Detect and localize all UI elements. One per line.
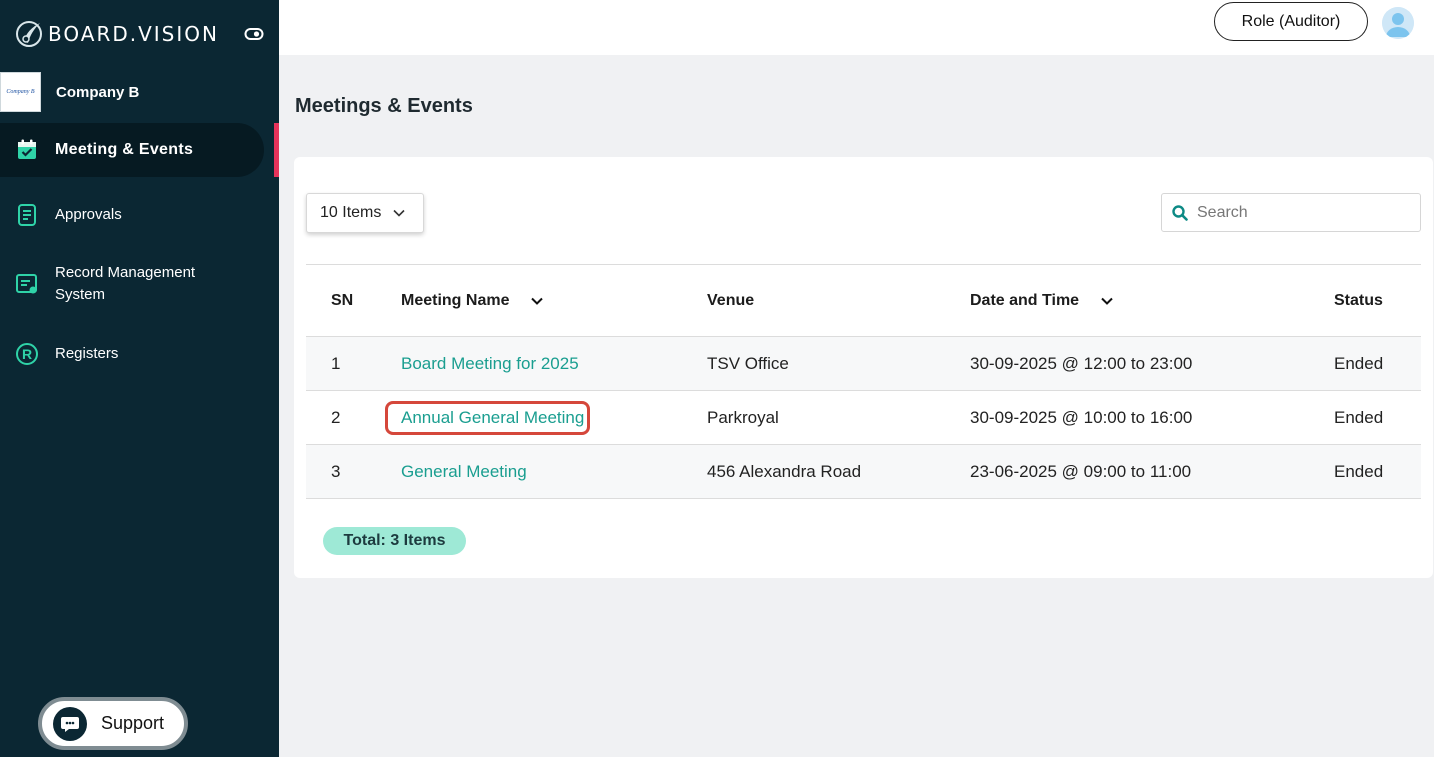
- sidebar-item-label: Registers: [55, 345, 119, 362]
- meeting-name-link-wrapper: Annual General Meeting: [385, 391, 591, 444]
- column-header-label: Date and Time: [970, 291, 1080, 309]
- company-name: Company B: [56, 83, 140, 101]
- meeting-name-link[interactable]: General Meeting: [401, 445, 527, 498]
- user-avatar-icon: [1382, 7, 1414, 39]
- document-list-icon: [14, 202, 40, 228]
- cell-sn: 1: [331, 353, 341, 373]
- table-row: 1 Board Meeting for 2025 TSV Office 30-0…: [306, 337, 1421, 391]
- items-per-page-value: 10 Items: [320, 204, 382, 221]
- column-header-label: Venue: [707, 291, 755, 309]
- sort-chevron-down-icon[interactable]: [1101, 297, 1113, 305]
- chevron-down-icon: [393, 209, 405, 217]
- sidebar-item-registers[interactable]: R Registers: [0, 340, 264, 368]
- items-per-page-select[interactable]: 10 Items: [306, 193, 424, 233]
- column-header-label: SN: [331, 291, 354, 309]
- cell-date-time: 23-06-2025 @ 09:00 to 11:00: [970, 461, 1192, 481]
- cell-venue: TSV Office: [707, 353, 789, 373]
- page-title: Meetings & Events: [295, 95, 473, 117]
- sidebar-toggle-icon[interactable]: [244, 26, 264, 42]
- table-row: 3 General Meeting 456 Alexandra Road 23-…: [306, 445, 1421, 499]
- company-selector[interactable]: Company B Company B: [0, 72, 139, 112]
- sidebar: BOARD.VISION Company B Company B Meeting…: [0, 0, 279, 757]
- board-vision-logo-icon: [16, 21, 42, 47]
- calendar-check-icon: [14, 137, 40, 163]
- column-header-label: Status: [1334, 291, 1383, 309]
- sidebar-item-record-management[interactable]: Record Management System: [0, 261, 264, 307]
- meeting-name-link[interactable]: Board Meeting for 2025: [401, 337, 579, 390]
- brand[interactable]: BOARD.VISION: [14, 18, 219, 50]
- cell-venue: 456 Alexandra Road: [707, 461, 862, 481]
- sidebar-item-label: Record Management System: [55, 264, 196, 303]
- column-header-label: Meeting Name: [401, 291, 510, 309]
- sidebar-item-label: Meeting & Events: [55, 141, 194, 158]
- svg-text:R: R: [22, 346, 32, 362]
- active-indicator: [274, 123, 279, 177]
- table-header: SN Meeting Name Venue Date and Time Stat…: [306, 264, 1421, 337]
- search-input[interactable]: [1197, 203, 1397, 222]
- column-header-sn: SN: [331, 265, 353, 336]
- chat-bubble-icon: [53, 706, 87, 741]
- search-icon: [1172, 204, 1188, 221]
- user-avatar[interactable]: [1382, 7, 1414, 39]
- table-row: 2 Annual General Meeting Parkroyal 30-09…: [306, 391, 1421, 445]
- column-header-date-time[interactable]: Date and Time: [970, 265, 1113, 336]
- cell-sn: 3: [331, 461, 341, 481]
- sidebar-item-meeting-events[interactable]: Meeting & Events: [0, 123, 264, 177]
- cell-venue: Parkroyal: [707, 407, 779, 427]
- top-bar: Role (Auditor): [279, 0, 1434, 55]
- meeting-name-link[interactable]: Annual General Meeting: [385, 400, 591, 435]
- cell-status: Ended: [1334, 353, 1384, 373]
- cell-date-time: 30-09-2025 @ 10:00 to 16:00: [970, 407, 1193, 427]
- support-label: Support: [101, 713, 165, 733]
- column-header-venue: Venue: [707, 265, 754, 336]
- registered-r-icon: R: [14, 341, 40, 367]
- record-screen-icon: [14, 271, 40, 297]
- brand-name: BOARD.VISION: [48, 22, 219, 46]
- total-items-badge: Total: 3 Items: [323, 527, 466, 555]
- cell-status: Ended: [1334, 461, 1384, 481]
- support-button[interactable]: Support: [38, 697, 188, 750]
- cell-status: Ended: [1334, 407, 1384, 427]
- column-header-status: Status: [1334, 265, 1383, 336]
- meetings-table: SN Meeting Name Venue Date and Time Stat…: [306, 264, 1421, 499]
- cell-sn: 2: [331, 407, 341, 427]
- sidebar-item-label: Approvals: [55, 206, 122, 223]
- column-header-meeting-name[interactable]: Meeting Name: [401, 265, 544, 336]
- sidebar-item-approvals[interactable]: Approvals: [0, 201, 264, 229]
- company-logo: Company B: [0, 72, 41, 112]
- meetings-card: 10 Items SN Meeting Name Venue: [294, 157, 1433, 578]
- cell-date-time: 30-09-2025 @ 12:00 to 23:00: [970, 353, 1193, 373]
- search-box[interactable]: [1161, 193, 1421, 232]
- role-button[interactable]: Role (Auditor): [1214, 2, 1368, 41]
- sort-chevron-down-icon[interactable]: [531, 297, 544, 305]
